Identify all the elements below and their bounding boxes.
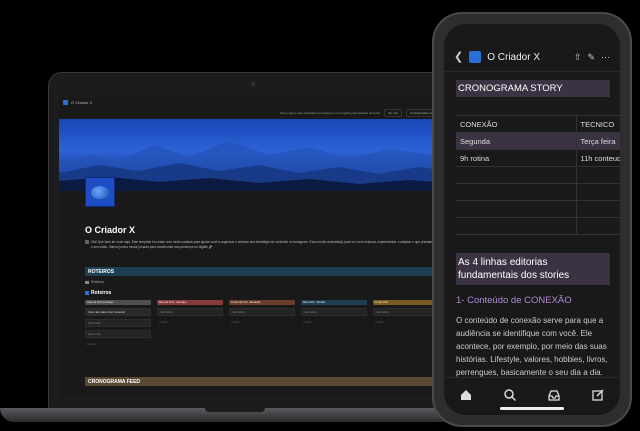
board-card[interactable]: Sem título: [157, 308, 223, 316]
view-tab-roteiros[interactable]: Roteiros: [85, 280, 104, 284]
table-row: Segunda Terça feira: [456, 132, 620, 150]
phone-frame: ❮ O Criador X ⇧ ✎ ⋯ CRONOGRAMA STORY CON…: [432, 12, 632, 427]
table-header[interactable]: TECNICO: [576, 115, 620, 133]
more-icon[interactable]: ⋯: [601, 52, 610, 63]
section-cronograma-feed: CRONOGRAMA FEED: [85, 377, 440, 386]
brain-icon: [91, 185, 109, 199]
home-icon[interactable]: [459, 388, 473, 402]
story-table: CONEXÃO TECNICO Segunda Terça feira 9h r…: [456, 115, 620, 235]
view-tab-label: Roteiros: [91, 280, 105, 284]
column-header[interactable]: Meio de funil - conexão...: [157, 300, 223, 305]
table-cell[interactable]: Segunda: [456, 132, 577, 150]
app-logo-icon: [63, 99, 68, 105]
table-row: [456, 200, 620, 218]
phone-title: O Criador X: [487, 52, 541, 63]
new-card-button[interactable]: + Novo: [85, 341, 151, 347]
column-header[interactable]: Meio funil - Vendas: [301, 300, 367, 305]
new-card-button[interactable]: + Novo: [373, 319, 439, 325]
board-title-text: Roteiros: [91, 290, 112, 296]
share-icon[interactable]: ⇧: [574, 52, 582, 63]
inbox-icon[interactable]: [547, 388, 561, 402]
app-title: O Criador X: [71, 99, 93, 105]
section-roteiros: ROTEIROS: [85, 267, 440, 276]
app-logo-icon: [469, 51, 482, 63]
new-card-button[interactable]: + Novo: [157, 319, 223, 325]
column-header[interactable]: Fundo de funil - Elevação: [229, 300, 295, 305]
publish-notice: Este projeto está publicado na internet …: [280, 111, 380, 115]
table-header-row: CONEXÃO TECNICO: [456, 115, 620, 133]
phone-screen: ❮ O Criador X ⇧ ✎ ⋯ CRONOGRAMA STORY CON…: [444, 24, 620, 415]
table-cell[interactable]: [456, 200, 577, 218]
database-icon: [85, 291, 89, 295]
table-row: [456, 166, 620, 184]
back-icon[interactable]: ❮: [454, 50, 463, 63]
view-site-button[interactable]: Ver site: [383, 109, 402, 117]
table-row: 9h rotina 11h conteudo: [456, 149, 620, 167]
cover-image: [59, 119, 447, 191]
heading-conteudo-conexao: 1- Conteúdo de CONEXÃO: [456, 295, 572, 306]
new-card-button[interactable]: + Novo: [301, 319, 367, 325]
page-icon: [85, 177, 115, 207]
laptop-topbar: O Criador X: [59, 97, 447, 107]
table-cell[interactable]: [576, 183, 620, 201]
board-card[interactable]: Sem título: [229, 308, 295, 316]
board-column: Meio de funil - conexão... Sem título + …: [157, 300, 223, 347]
table-cell[interactable]: 11h conteudo: [576, 149, 620, 167]
board-title: Roteiros: [85, 290, 111, 296]
board-column: Fundo de funil - Elevação Sem título + N…: [229, 300, 295, 347]
comment-icon[interactable]: ✎: [587, 52, 595, 63]
camera: [251, 82, 255, 86]
welcome-callout: Olá! Que bom ter você aqui. Este templat…: [85, 240, 440, 250]
board-column: Fundo funil Sem título + Novo: [373, 300, 439, 347]
board-view-icon: [85, 280, 89, 284]
table-cell[interactable]: [576, 200, 620, 218]
heading-cronograma-story: CRONOGRAMA STORY: [456, 80, 610, 97]
phone-navbar: ❮ O Criador X ⇧ ✎ ⋯: [444, 24, 620, 72]
home-indicator: [500, 407, 564, 410]
page-title: O Criador X: [85, 225, 136, 235]
callout-text: Olá! Que bom ter você aqui. Este templat…: [91, 240, 440, 249]
callout-icon: [85, 240, 89, 244]
board-card[interactable]: Sem título: [301, 308, 367, 316]
board-card[interactable]: Sem título: [85, 330, 151, 338]
table-cell[interactable]: Terça feira: [576, 132, 620, 150]
table-header[interactable]: CONEXÃO: [456, 115, 577, 133]
laptop-notch: [205, 408, 265, 412]
board-column: Meio funil - Vendas Sem título + Novo: [301, 300, 367, 347]
laptop-frame: O Criador X Este projeto está publicado …: [48, 72, 456, 410]
body-paragraph: O conteúdo de conexão serve para que a a…: [456, 316, 608, 377]
board-card[interactable]: Sem título: [373, 308, 439, 316]
table-cell[interactable]: [456, 166, 577, 184]
publish-bar: Este projeto está publicado na internet …: [59, 107, 447, 119]
board-card[interactable]: Sem título: [85, 319, 151, 327]
compose-icon[interactable]: [591, 388, 605, 402]
heading-linhas-editorias: As 4 linhas editorias fundamentais dos s…: [456, 253, 610, 285]
table-cell[interactable]: [456, 183, 577, 201]
new-card-button[interactable]: + Novo: [229, 319, 295, 325]
board-card[interactable]: Você não sabe criar conteúdo: [85, 308, 151, 316]
table-row: [456, 217, 620, 235]
phone-content: CRONOGRAMA STORY CONEXÃO TECNICO Segunda…: [444, 72, 620, 379]
column-header[interactable]: Topo de funil (conheço..: [85, 300, 151, 305]
laptop-screen: O Criador X Este projeto está publicado …: [59, 97, 447, 397]
kanban-board: Topo de funil (conheço.. Você não sabe c…: [85, 300, 445, 347]
search-icon[interactable]: [503, 388, 517, 402]
table-row: [456, 183, 620, 201]
table-cell[interactable]: [456, 217, 577, 235]
column-header[interactable]: Fundo funil: [373, 300, 439, 305]
board-column: Topo de funil (conheço.. Você não sabe c…: [85, 300, 151, 347]
table-cell[interactable]: 9h rotina: [456, 149, 577, 167]
table-cell[interactable]: [576, 217, 620, 235]
table-cell[interactable]: [576, 166, 620, 184]
